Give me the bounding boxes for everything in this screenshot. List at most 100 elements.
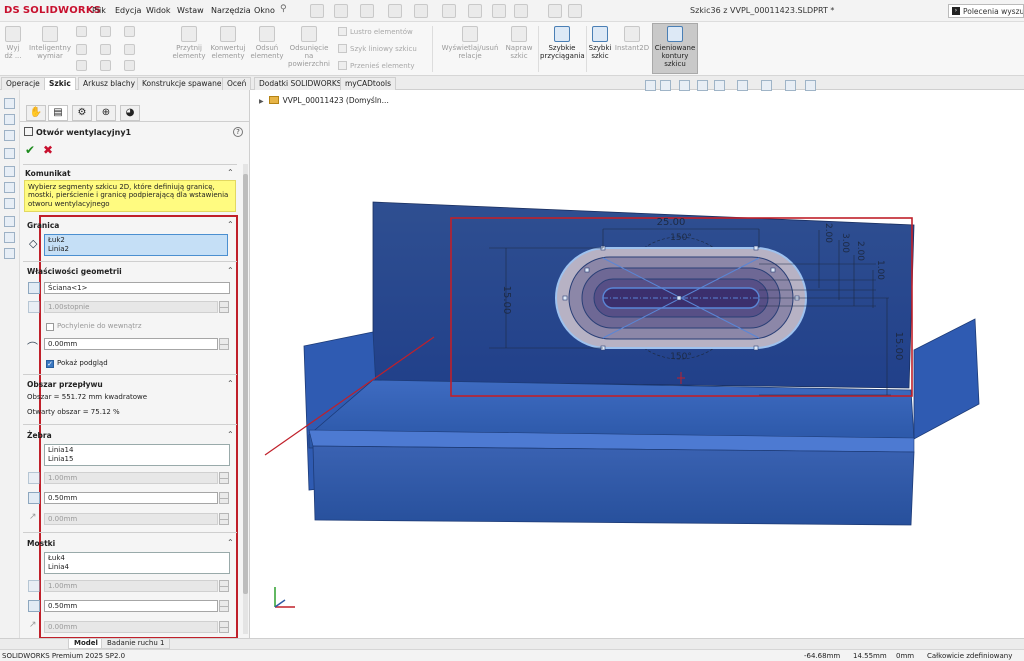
- options-gear-icon[interactable]: [568, 4, 582, 18]
- open-icon[interactable]: [360, 4, 374, 18]
- spline-icon[interactable]: [76, 60, 87, 71]
- linear-pattern-item[interactable]: Szyk liniowy szkicu: [338, 44, 417, 53]
- face-selection-field[interactable]: Ściana<1>: [44, 282, 230, 294]
- rib-width-field[interactable]: 0.50mm: [44, 492, 218, 504]
- line-icon[interactable]: [76, 26, 87, 37]
- ok-checkmark-icon[interactable]: ✔: [25, 143, 35, 157]
- tab-sketch[interactable]: Szkic: [44, 77, 76, 90]
- offset-on-surface-button[interactable]: Odsunięcie na powierzchni: [286, 26, 332, 68]
- rectangle-icon[interactable]: [100, 26, 111, 37]
- display-delete-relations-button[interactable]: Wyświetlaj/usuń relacje: [440, 26, 500, 60]
- rib-offset-spinner[interactable]: [219, 513, 229, 525]
- property-manager-scrollbar[interactable]: [243, 164, 248, 634]
- new-document-icon[interactable]: [334, 4, 348, 18]
- draft-angle-spinner[interactable]: [219, 301, 229, 313]
- display-manager-tab-icon[interactable]: ◕: [120, 105, 140, 121]
- spar-depth-spinner[interactable]: [219, 580, 229, 592]
- collapse-chevron-icon[interactable]: ⌃: [227, 168, 234, 177]
- home-icon[interactable]: [310, 4, 324, 18]
- tab-motion-study[interactable]: Badanie ruchu 1: [101, 639, 171, 649]
- configuration-manager-tab-icon[interactable]: ⚙: [72, 105, 92, 121]
- tab-sheet-metal[interactable]: Arkusz blachy: [78, 77, 141, 90]
- quick-snaps-button[interactable]: Szybkie przyciągania: [540, 26, 585, 60]
- dim-xpert-tab-icon[interactable]: ⊕: [96, 105, 116, 121]
- dim-v3[interactable]: 2.00: [855, 241, 865, 261]
- smart-dimension-button[interactable]: Inteligentny wymiar: [28, 26, 72, 60]
- property-manager-tab-icon[interactable]: ▤: [48, 105, 68, 121]
- save-icon[interactable]: [388, 4, 402, 18]
- spar-width-spinner[interactable]: [219, 600, 229, 612]
- strip-icon[interactable]: [4, 216, 15, 227]
- point-icon[interactable]: [124, 60, 135, 71]
- list-item[interactable]: Linia2: [48, 245, 224, 254]
- dim-v4[interactable]: 1.00: [875, 260, 885, 280]
- file-properties-icon[interactable]: [548, 4, 562, 18]
- spar-offset-spinner[interactable]: [219, 621, 229, 633]
- slot-icon[interactable]: [124, 26, 135, 37]
- tab-mycadtools[interactable]: myCADtools: [340, 77, 396, 90]
- tab-evaluate[interactable]: Oceń: [222, 77, 252, 90]
- move-entities-item[interactable]: Przenieś elementy: [338, 61, 415, 70]
- hide-show-items-icon[interactable]: [785, 80, 796, 91]
- text-icon[interactable]: [100, 60, 111, 71]
- rib-width-spinner[interactable]: [219, 492, 229, 504]
- spars-list[interactable]: Łuk4 Linia4: [44, 552, 230, 574]
- previous-view-icon[interactable]: [679, 80, 690, 91]
- spar-width-field[interactable]: 0.50mm: [44, 600, 218, 612]
- convert-entities-button[interactable]: Konwertuj elementy: [208, 26, 248, 60]
- menu-file[interactable]: Plik: [92, 6, 106, 15]
- print-icon[interactable]: [414, 4, 428, 18]
- dim-v2[interactable]: 3.00: [840, 233, 850, 253]
- strip-icon[interactable]: [4, 114, 15, 125]
- circle-icon[interactable]: [76, 44, 87, 55]
- collapse-chevron-icon[interactable]: ⌃: [227, 220, 234, 229]
- undo-icon[interactable]: [442, 4, 456, 18]
- ribs-list[interactable]: Linia14 Linia15: [44, 444, 230, 466]
- list-item[interactable]: Łuk2: [48, 236, 224, 245]
- draft-inward-checkbox[interactable]: [46, 323, 54, 331]
- spar-offset-field[interactable]: 0.00mm: [44, 621, 218, 633]
- tab-weldments[interactable]: Konstrukcje spawane: [137, 77, 227, 90]
- dim-angle-top[interactable]: 150°: [670, 233, 692, 243]
- dim-right-height[interactable]: 15.00: [893, 332, 904, 361]
- spar-depth-field[interactable]: 1.00mm: [44, 580, 218, 592]
- strip-icon[interactable]: [4, 166, 15, 177]
- dim-top-width[interactable]: 25.00: [657, 217, 686, 228]
- zoom-to-fit-icon[interactable]: [645, 80, 656, 91]
- section-view-icon[interactable]: [697, 80, 708, 91]
- dynamic-annotation-icon[interactable]: [714, 80, 725, 91]
- list-item[interactable]: Łuk4: [48, 554, 226, 563]
- polygon-icon[interactable]: [124, 44, 135, 55]
- menu-window[interactable]: Okno: [254, 6, 275, 15]
- fillet-radius-spinner[interactable]: [219, 338, 229, 350]
- tab-model[interactable]: Model: [68, 639, 104, 649]
- zoom-area-icon[interactable]: [660, 80, 671, 91]
- dim-v1[interactable]: 2.00: [823, 223, 833, 243]
- list-item[interactable]: Linia14: [48, 446, 226, 455]
- draft-angle-field[interactable]: 1.00stopnie: [44, 301, 218, 313]
- collapse-chevron-icon[interactable]: ⌃: [227, 379, 234, 388]
- display-style-icon[interactable]: [761, 80, 772, 91]
- dim-left-height[interactable]: 15.00: [501, 286, 512, 315]
- pin-icon[interactable]: ⚲: [280, 4, 287, 14]
- edit-appearance-icon[interactable]: [805, 80, 816, 91]
- redo-icon[interactable]: [468, 4, 482, 18]
- feature-manager-tab-icon[interactable]: ✋: [26, 105, 46, 121]
- boundary-list[interactable]: Łuk2 Linia2: [44, 234, 228, 256]
- show-preview-checkbox[interactable]: ✓: [46, 360, 54, 368]
- mirror-entities-item[interactable]: Lustro elementów: [338, 27, 413, 36]
- repair-sketch-button[interactable]: Napraw szkic: [502, 26, 536, 60]
- tab-solidworks-addins[interactable]: Dodatki SOLIDWORKS: [254, 77, 347, 90]
- exit-sketch-button[interactable]: Wyj dź ...: [2, 26, 24, 60]
- fillet-radius-field[interactable]: 0.00mm: [44, 338, 218, 350]
- scrollbar-thumb[interactable]: [243, 174, 248, 594]
- collapse-chevron-icon[interactable]: ⌃: [227, 430, 234, 439]
- graphics-area[interactable]: ▶ VVPL_00011423 (Domyśln... 25.00 150° 1…: [251, 90, 1024, 638]
- help-icon[interactable]: ?: [233, 127, 243, 137]
- strip-icon[interactable]: [4, 148, 15, 159]
- rib-depth-field[interactable]: 1.00mm: [44, 472, 218, 484]
- strip-icon[interactable]: [4, 248, 15, 259]
- search-commands-input[interactable]: › Polecenia wyszuk: [948, 4, 1024, 18]
- menu-view[interactable]: Widok: [146, 6, 171, 15]
- strip-icon[interactable]: [4, 232, 15, 243]
